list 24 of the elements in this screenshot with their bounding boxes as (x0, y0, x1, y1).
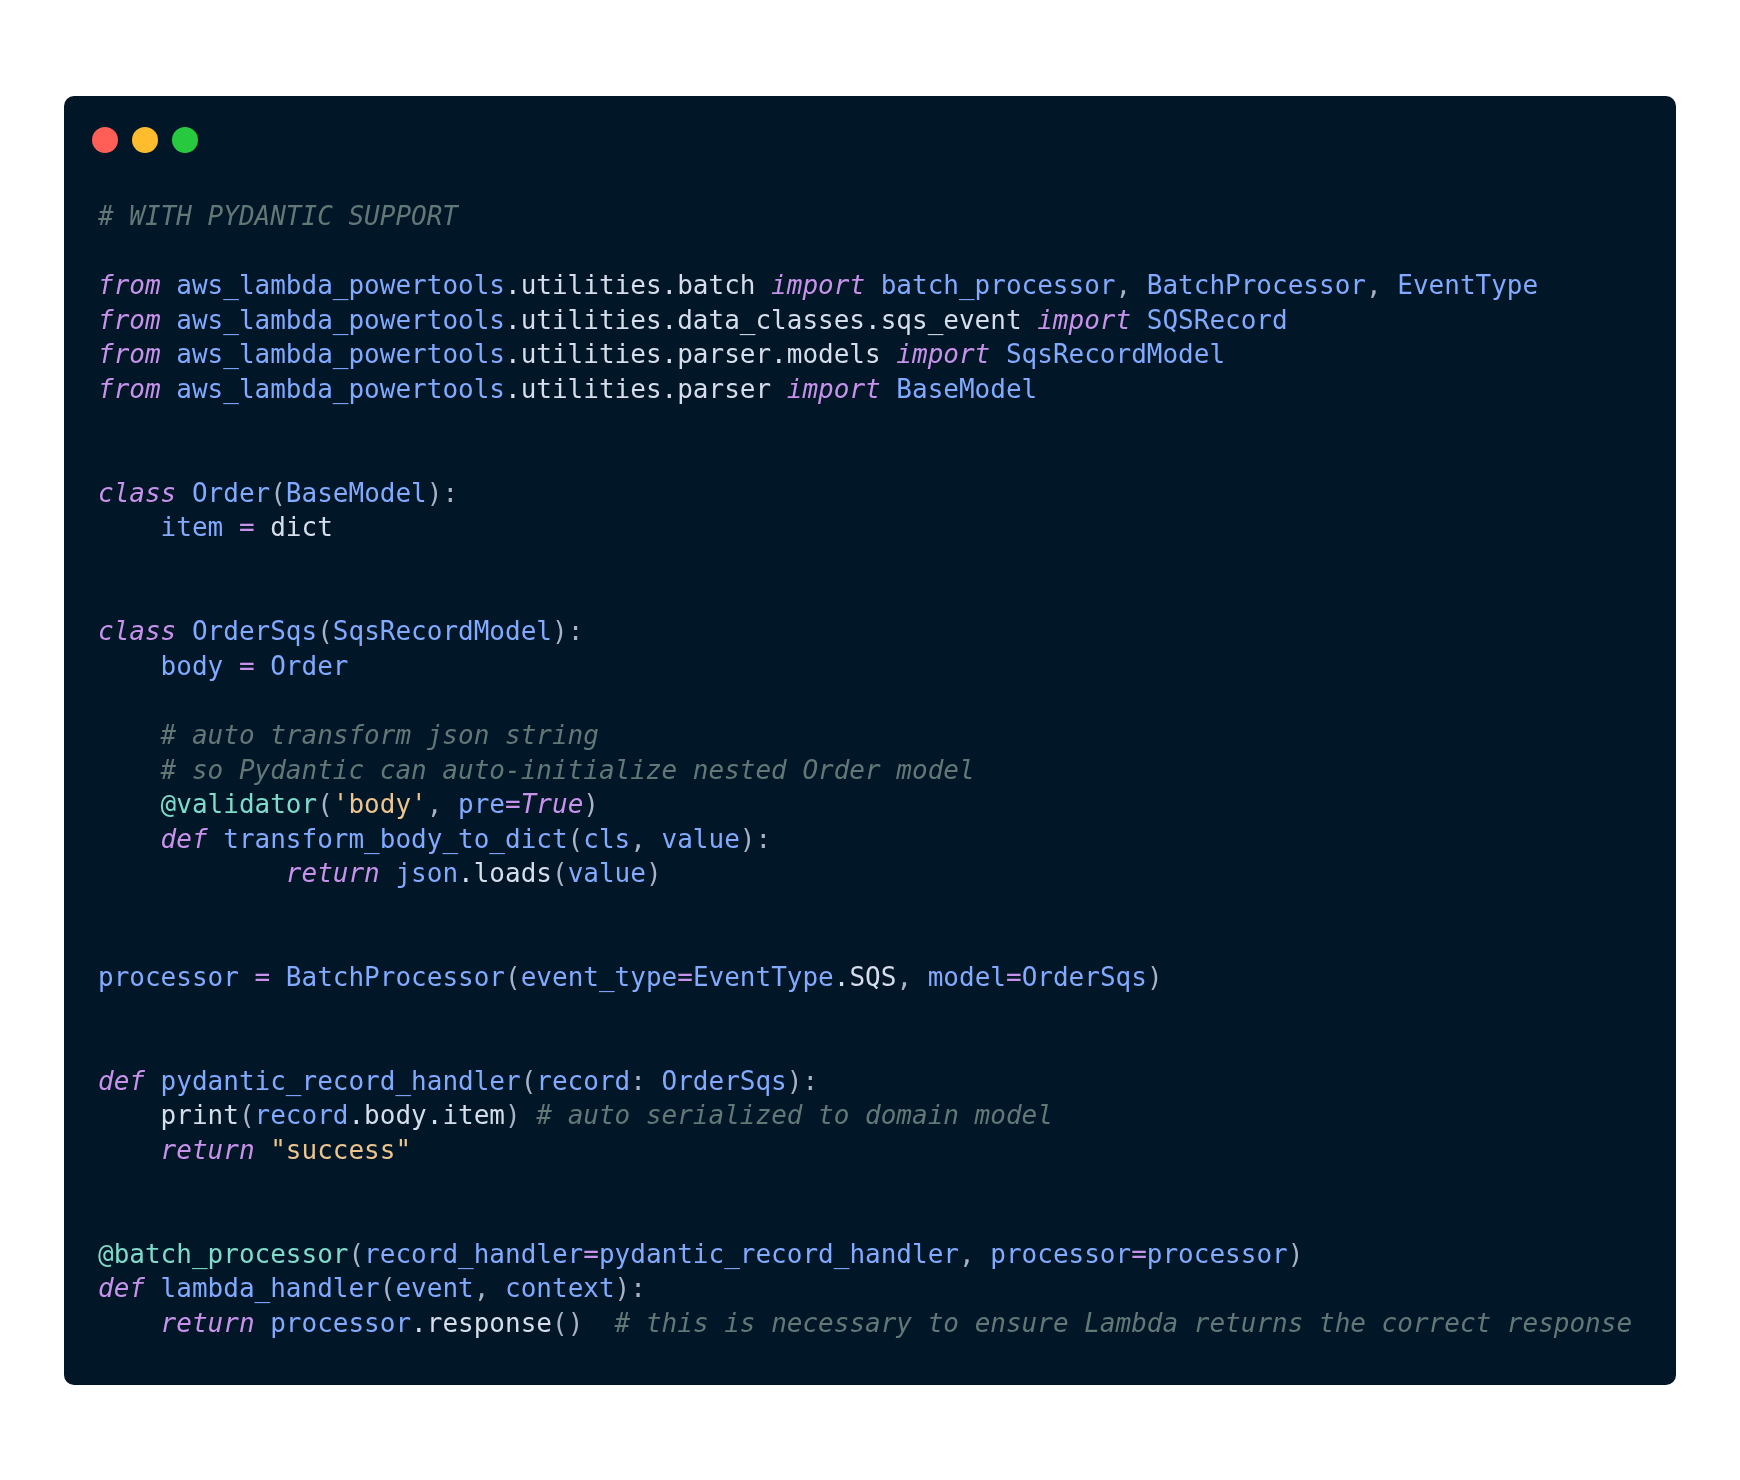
code-line: return "success" (159, 1135, 412, 1166)
code-line: # WITH PYDANTIC SUPPORT (98, 201, 459, 231)
code-line: @validator('body', pre=True) (159, 789, 599, 820)
code-line: def transform_body_to_dict(cls, value): (159, 823, 772, 854)
code-line: from aws_lambda_powertools.utilities.batch import batch_processor, BatchProcessor, EventType (98, 270, 1539, 301)
window-dot[interactable] (132, 127, 158, 153)
code-line: def lambda_handler(event, context): (98, 1273, 646, 1304)
code-line: # auto transform json string (159, 719, 599, 750)
window-dot[interactable] (172, 127, 198, 153)
code-line: # so Pydantic can auto-initialize nested Order model (159, 754, 975, 785)
code-line: def pydantic_record_handler(record: OrderSqs): (98, 1065, 819, 1096)
window-dot[interactable] (92, 127, 118, 153)
code-line: from aws_lambda_powertools.utilities.parser import BaseModel (98, 373, 1038, 404)
code-line: item = dict (159, 512, 333, 543)
code-line: from aws_lambda_powertools.utilities.parser.models import SqsRecordModel (98, 339, 1226, 370)
code-line: body = Order (159, 650, 349, 681)
code-line: processor = BatchProcessor(event_type=EventType.SQS, model=OrderSqs) (98, 962, 1163, 993)
code-line: print(record.body.item) # auto serialized to domain model (159, 1100, 1053, 1131)
code-line: return json.loads(value) (284, 858, 662, 889)
code-line: from aws_lambda_powertools.utilities.data_classes.sqs_event import SQSRecord (98, 304, 1288, 335)
code-line: class OrderSqs(SqsRecordModel): (98, 616, 584, 647)
code-line: class Order(BaseModel): (98, 477, 459, 508)
code-line: @batch_processor(record_handler=pydantic_record_handler, processor=processor) (98, 1238, 1304, 1269)
code-line: return processor.response() # this is necessary to ensure Lambda returns the correct response (159, 1308, 1633, 1338)
